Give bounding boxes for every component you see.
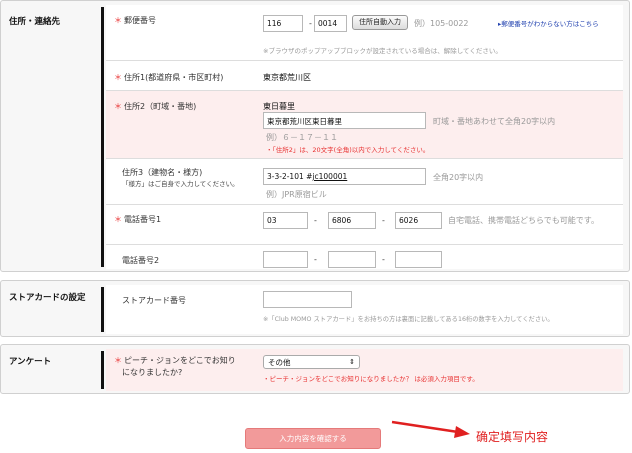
- section-divider: [101, 287, 104, 332]
- postal-code-part2-input[interactable]: 0014: [314, 15, 347, 32]
- section-divider: [101, 351, 104, 389]
- address1-label: ＊住所1(都道府県・市区町村): [114, 73, 224, 82]
- address2-row: ＊住所2（町域・番地) 東日暮里 東京都荒川区東日暮里 町域・番地あわせて全角2…: [106, 91, 623, 159]
- phone1-dash-1: -: [314, 216, 317, 225]
- address1-value: 東京都荒川区: [263, 73, 311, 82]
- section-label-address: 住所・連絡先: [9, 17, 61, 27]
- survey-table: ＊ピーチ・ジョンをどこでお知り になりましたか? その他 ⇕ ・ピーチ・ジョンを…: [106, 349, 623, 391]
- address3-input[interactable]: 3-3-2-101 #jc100001: [263, 168, 426, 185]
- postal-code-part1-input[interactable]: 116: [263, 15, 303, 32]
- address2-error: ・「住所2」は、20文字(全角)以内で入力してください。: [266, 146, 430, 154]
- section-label-survey: アンケート: [9, 357, 52, 367]
- address3-note: 「様方」はご自身で入力してください。: [122, 180, 239, 188]
- phone1-part3-input[interactable]: 6026: [395, 212, 442, 229]
- section-divider: [101, 7, 104, 267]
- postal-example: 例）105-0022: [414, 19, 469, 28]
- phone2-row: 電話番号2 - -: [106, 245, 623, 269]
- annotation-arrow-icon: [391, 420, 470, 438]
- address3-label: 住所3（建物名・様方): [122, 168, 203, 177]
- survey-select[interactable]: その他 ⇕: [263, 355, 360, 369]
- store-card-number-input[interactable]: [263, 291, 352, 308]
- phone2-part2-input[interactable]: [328, 251, 376, 268]
- phone2-part3-input[interactable]: [395, 251, 442, 268]
- phone1-part2-input[interactable]: 6806: [328, 212, 376, 229]
- phone2-part1-input[interactable]: [263, 251, 308, 268]
- store-card-number-label: ストアカード番号: [122, 296, 186, 305]
- required-mark: ＊: [114, 16, 122, 25]
- popup-block-note: ※ブラウザのポップアップブロックが設定されている場合は、解除してください。: [263, 47, 502, 55]
- phone2-dash-1: -: [314, 255, 317, 264]
- phone1-row: ＊電話番号1 03 - 6806 - 6026 自宅電話、携帯電話どちらでも可能…: [106, 205, 623, 245]
- address-table: ＊郵便番号 116 - 0014 住所自動入力 例）105-0022 ▸郵便番号…: [106, 5, 623, 269]
- phone1-part1-input[interactable]: 03: [263, 212, 308, 229]
- address3-hint: 全角20字以内: [433, 173, 484, 182]
- address-section: 住所・連絡先 ＊郵便番号 116 - 0014 住所自動入力 例）105-002…: [0, 0, 630, 272]
- section-label-store-card: ストアカードの設定: [9, 293, 86, 303]
- survey-error: ・ピーチ・ジョンをどこでお知りになりましたか？ は必須入力項目です。: [263, 375, 479, 383]
- phone2-label: 電話番号2: [122, 256, 160, 265]
- phone1-dash-2: -: [382, 216, 385, 225]
- address2-hint: 町域・番地あわせて全角20字以内: [433, 117, 556, 126]
- postal-lookup-link[interactable]: ▸郵便番号がわからない方はこちら: [498, 19, 628, 30]
- annotation-text: 确定填写内容: [476, 430, 549, 444]
- survey-section: アンケート ＊ピーチ・ジョンをどこでお知り になりましたか? その他 ⇕ ・ピー…: [0, 344, 630, 394]
- postal-dash: -: [309, 19, 312, 28]
- phone1-hint: 自宅電話、携帯電話どちらでも可能です。: [448, 216, 599, 225]
- address2-label: ＊住所2（町域・番地): [114, 102, 197, 111]
- address3-example: 例）JPR原宿ビル: [266, 190, 327, 199]
- survey-question: ＊ピーチ・ジョンをどこでお知り になりましたか?: [114, 356, 236, 377]
- address-auto-fill-button[interactable]: 住所自動入力: [352, 15, 408, 30]
- confirm-input-button[interactable]: 入力内容を確認する: [245, 428, 381, 449]
- address3-row: 住所3（建物名・様方) 「様方」はご自身で入力してください。 3-3-2-101…: [106, 159, 623, 205]
- address2-input[interactable]: 東京都荒川区東日暮里: [263, 112, 426, 129]
- postal-label: ＊郵便番号: [114, 16, 156, 25]
- address1-row: ＊住所1(都道府県・市区町村) 東京都荒川区: [106, 61, 623, 91]
- address2-static-value: 東日暮里: [263, 102, 295, 111]
- postal-row: ＊郵便番号 116 - 0014 住所自動入力 例）105-0022 ▸郵便番号…: [106, 5, 623, 61]
- select-arrows-icon: ⇕: [349, 358, 355, 366]
- store-card-note: ※「Club MOMO ストアカード」をお持ちの方は裏面に記載してある16桁の数…: [263, 316, 554, 323]
- address2-example: 例）６－１７－１１: [266, 133, 338, 142]
- store-card-section: ストアカードの設定 ストアカード番号 ※「Club MOMO ストアカード」をお…: [0, 280, 630, 337]
- phone2-dash-2: -: [382, 255, 385, 264]
- phone1-label: ＊電話番号1: [114, 215, 162, 224]
- store-card-table: ストアカード番号 ※「Club MOMO ストアカード」をお持ちの方は裏面に記載…: [106, 285, 623, 334]
